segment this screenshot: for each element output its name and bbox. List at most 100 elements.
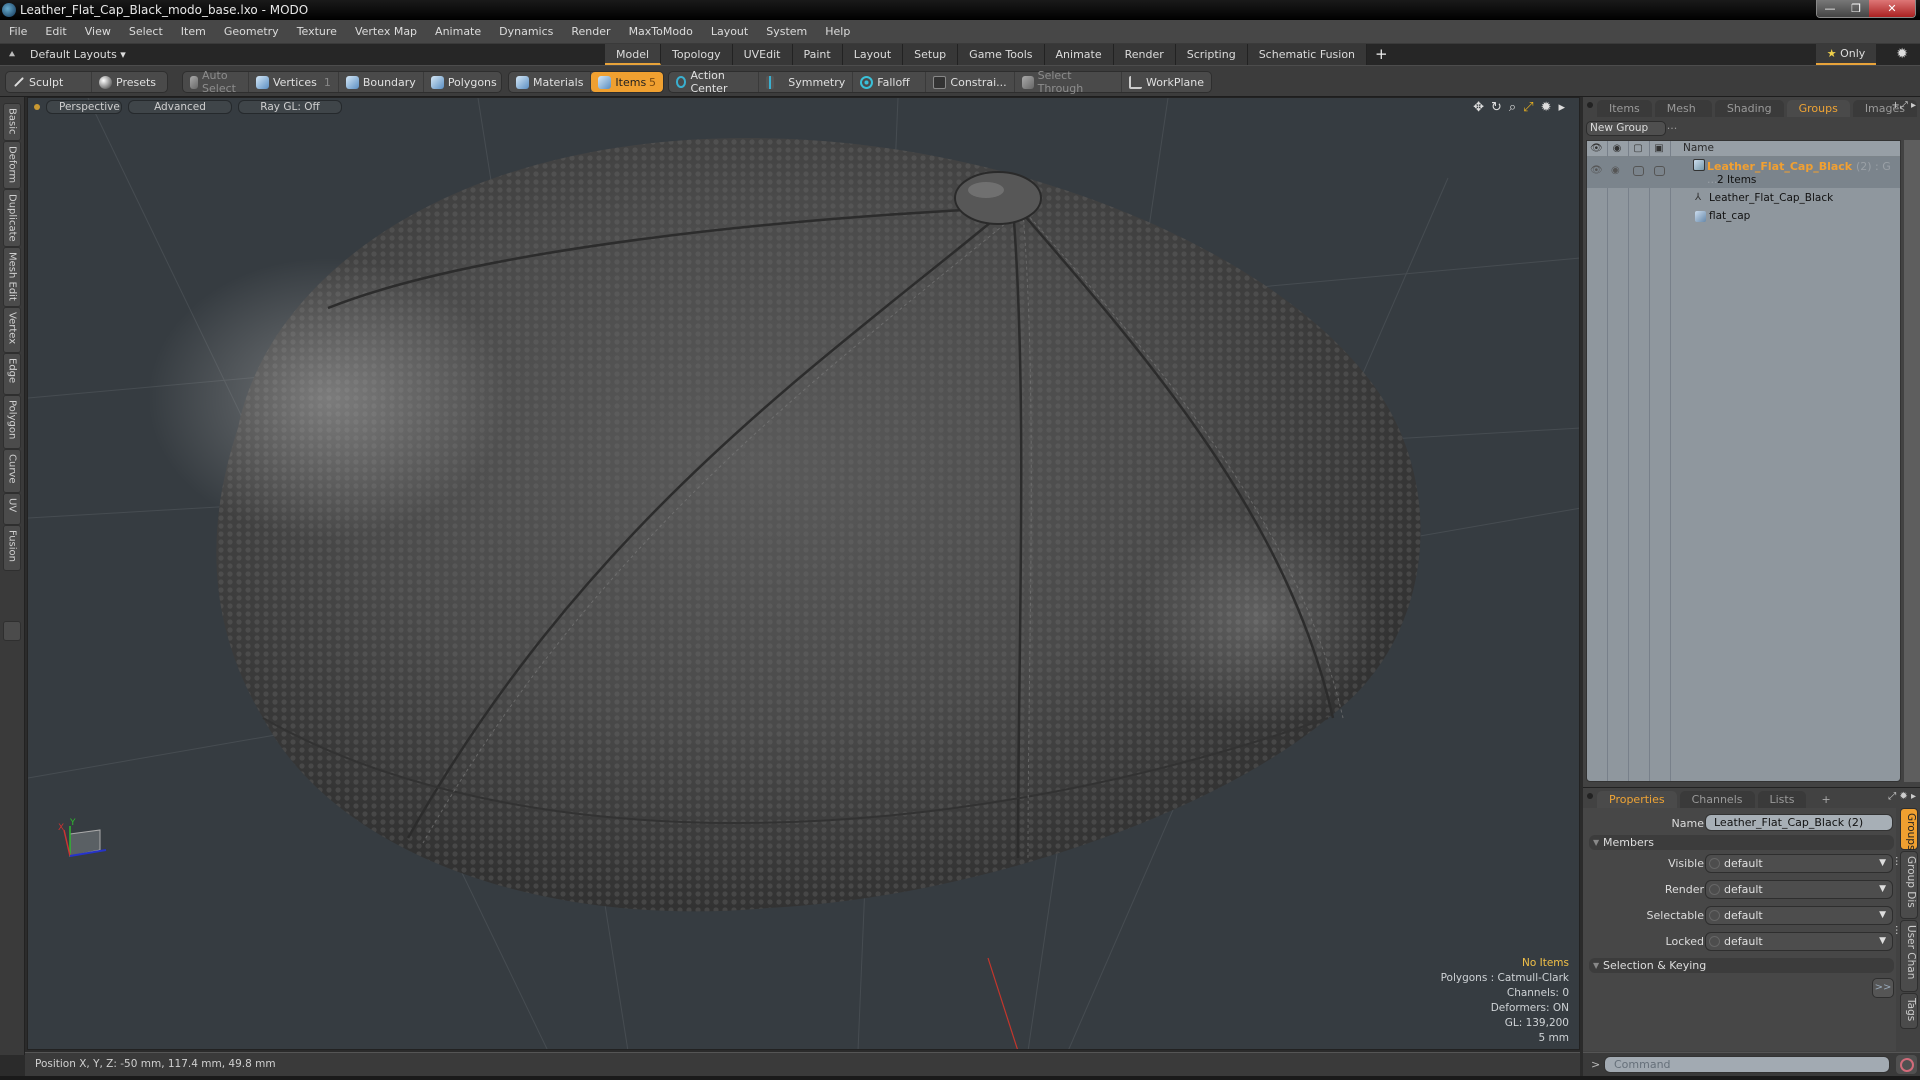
items-button[interactable]: Items 5 <box>591 72 663 92</box>
menu-maxtomodo[interactable]: MaxToModo <box>620 25 702 38</box>
render-dropdown[interactable]: default ▼ <box>1705 880 1893 899</box>
layout-selector[interactable]: Default Layouts ▾ <box>24 48 132 61</box>
menu-geometry[interactable]: Geometry <box>215 25 288 38</box>
tab-shading[interactable]: Shading <box>1714 100 1784 117</box>
tab-lists[interactable]: Lists <box>1757 791 1807 808</box>
selectable-radio[interactable] <box>1709 910 1720 921</box>
tab-setup[interactable]: Setup <box>903 44 959 65</box>
auto-select-button[interactable]: Auto Select <box>183 69 249 95</box>
tab-mesh-edit[interactable]: Mesh Edit <box>3 247 21 307</box>
menu-dynamics[interactable]: Dynamics <box>490 25 562 38</box>
side-tab-user-channels[interactable]: User Chan ... <box>1893 920 1918 992</box>
menu-animate[interactable]: Animate <box>426 25 490 38</box>
render-radio[interactable] <box>1709 884 1720 895</box>
side-tab-group-display[interactable]: Group Dis ... <box>1893 851 1918 919</box>
menu-file[interactable]: File <box>0 25 36 38</box>
tab-schematic-fusion[interactable]: Schematic Fusion <box>1247 44 1368 65</box>
visible-radio[interactable] <box>1709 858 1720 869</box>
group-select-toggle[interactable] <box>1633 166 1644 176</box>
groups-scrollbar[interactable] <box>1904 140 1920 782</box>
tab-vertex[interactable]: Vertex <box>3 307 21 353</box>
pan-icon[interactable]: ✥ <box>1473 100 1484 115</box>
name-field[interactable]: Leather_Flat_Cap_Black (2) <box>1705 814 1893 831</box>
tab-properties[interactable]: Properties <box>1597 791 1677 808</box>
symmetry-button[interactable]: Symmetry <box>759 72 854 92</box>
menu-render[interactable]: Render <box>562 25 619 38</box>
vertices-button[interactable]: Vertices 1 <box>249 72 339 92</box>
add-tab-button[interactable]: + <box>1367 44 1396 65</box>
rotate-icon[interactable]: ↻ <box>1491 100 1502 115</box>
tab-uvedit[interactable]: UVEdit <box>732 44 793 65</box>
tab-layout[interactable]: Layout <box>842 44 904 65</box>
menu-vertex-map[interactable]: Vertex Map <box>346 25 426 38</box>
members-section[interactable]: ▼ Members <box>1589 835 1894 850</box>
tab-animate[interactable]: Animate <box>1044 44 1114 65</box>
side-tab-groups[interactable]: Groups <box>1900 808 1918 850</box>
constraint-button[interactable]: Constrai... <box>926 72 1015 92</box>
polygons-button[interactable]: Polygons <box>424 72 504 92</box>
tab-curve[interactable]: Curve <box>3 449 21 493</box>
tab-mesh[interactable]: Mesh ... <box>1654 100 1712 132</box>
tab-topology[interactable]: Topology <box>661 44 733 65</box>
group-row[interactable]: 👁 ◉ Leather_Flat_Cap_Black (2) : G ... 2… <box>1587 157 1900 188</box>
tab-render[interactable]: Render <box>1113 44 1176 65</box>
menu-select[interactable]: Select <box>120 25 172 38</box>
tab-custom[interactable] <box>3 621 21 641</box>
tab-items[interactable]: Items <box>1597 100 1652 117</box>
tab-edge[interactable]: Edge <box>3 353 21 395</box>
tree-item[interactable]: ⅄ Leather_Flat_Cap_Black <box>1587 189 1900 207</box>
viewport-settings-icon[interactable]: ✹ <box>1541 100 1552 115</box>
group-lock-toggle[interactable] <box>1654 166 1665 176</box>
3d-viewport[interactable]: X Y Perspective Advanced Ray GL: Off ✥ ↻… <box>27 97 1580 1050</box>
viewport-status-dot[interactable] <box>34 104 40 110</box>
viewport-menu-arrow-icon[interactable]: ▸ <box>1558 100 1565 115</box>
view-mode-button[interactable]: Perspective <box>46 100 122 114</box>
raygl-button[interactable]: Ray GL: Off <box>238 100 342 114</box>
tab-fusion[interactable]: Fusion <box>3 525 21 571</box>
menu-texture[interactable]: Texture <box>288 25 346 38</box>
maximize-viewport-icon[interactable]: ⤢ <box>1523 100 1533 115</box>
select-through-button[interactable]: Select Through <box>1015 69 1122 95</box>
tree-item[interactable]: flat_cap <box>1587 207 1900 225</box>
shading-mode-button[interactable]: Advanced <box>128 100 232 114</box>
record-macro-icon[interactable] <box>1896 1055 1917 1074</box>
panel-options-icon[interactable]: ⤢ ✹ ▸ <box>1888 791 1916 802</box>
tab-scripting[interactable]: Scripting <box>1175 44 1248 65</box>
name-column-header[interactable]: Name <box>1683 142 1714 154</box>
action-center-button[interactable]: Action Center <box>669 69 759 95</box>
lock-column-icon[interactable]: ▣ <box>1653 143 1665 155</box>
tab-model[interactable]: Model <box>605 44 662 65</box>
minimize-icon[interactable]: — <box>1817 0 1843 17</box>
group-visibility-icon[interactable]: 👁 <box>1590 165 1603 176</box>
select-column-icon[interactable]: ▢ <box>1632 143 1644 155</box>
group-render-icon[interactable]: ◉ <box>1611 165 1620 176</box>
new-group-button[interactable]: New Group <box>1586 121 1666 136</box>
render-column-icon[interactable]: ◉ <box>1611 143 1623 155</box>
tab-deform[interactable]: Deform <box>3 141 21 189</box>
presets-button[interactable]: Presets <box>92 72 163 92</box>
selectable-dropdown[interactable]: default ▼ <box>1705 906 1893 925</box>
menu-view[interactable]: View <box>76 25 120 38</box>
visible-dropdown[interactable]: default ▼ <box>1705 854 1893 873</box>
falloff-button[interactable]: Falloff <box>853 72 927 92</box>
boundary-button[interactable]: Boundary <box>339 72 424 92</box>
tab-channels[interactable]: Channels <box>1679 791 1755 808</box>
selection-keying-section[interactable]: ▼ Selection & Keying <box>1589 958 1894 973</box>
tab-uv[interactable]: UV <box>3 493 21 525</box>
tab-game-tools[interactable]: Game Tools <box>958 44 1045 65</box>
expand-button[interactable]: >> <box>1872 978 1894 998</box>
only-toggle[interactable]: ★ Only <box>1816 44 1876 65</box>
menu-help[interactable]: Help <box>816 25 859 38</box>
side-tab-tags[interactable]: Tags <box>1900 993 1918 1029</box>
tab-polygon[interactable]: Polygon <box>3 395 21 449</box>
visibility-column-icon[interactable]: 👁 <box>1590 143 1603 155</box>
add-tab-button[interactable]: + <box>1809 791 1842 808</box>
menu-edit[interactable]: Edit <box>36 25 75 38</box>
materials-button[interactable]: Materials <box>509 72 592 92</box>
tab-groups[interactable]: Groups <box>1786 100 1850 117</box>
panel-options-icon[interactable]: +⤢ ▸ <box>1891 100 1916 111</box>
gear-icon[interactable]: ✹ <box>1896 46 1908 62</box>
close-icon[interactable]: ✕ <box>1869 0 1915 17</box>
tab-duplicate[interactable]: Duplicate <box>3 189 21 247</box>
zoom-icon[interactable]: ⌕ <box>1509 100 1516 115</box>
